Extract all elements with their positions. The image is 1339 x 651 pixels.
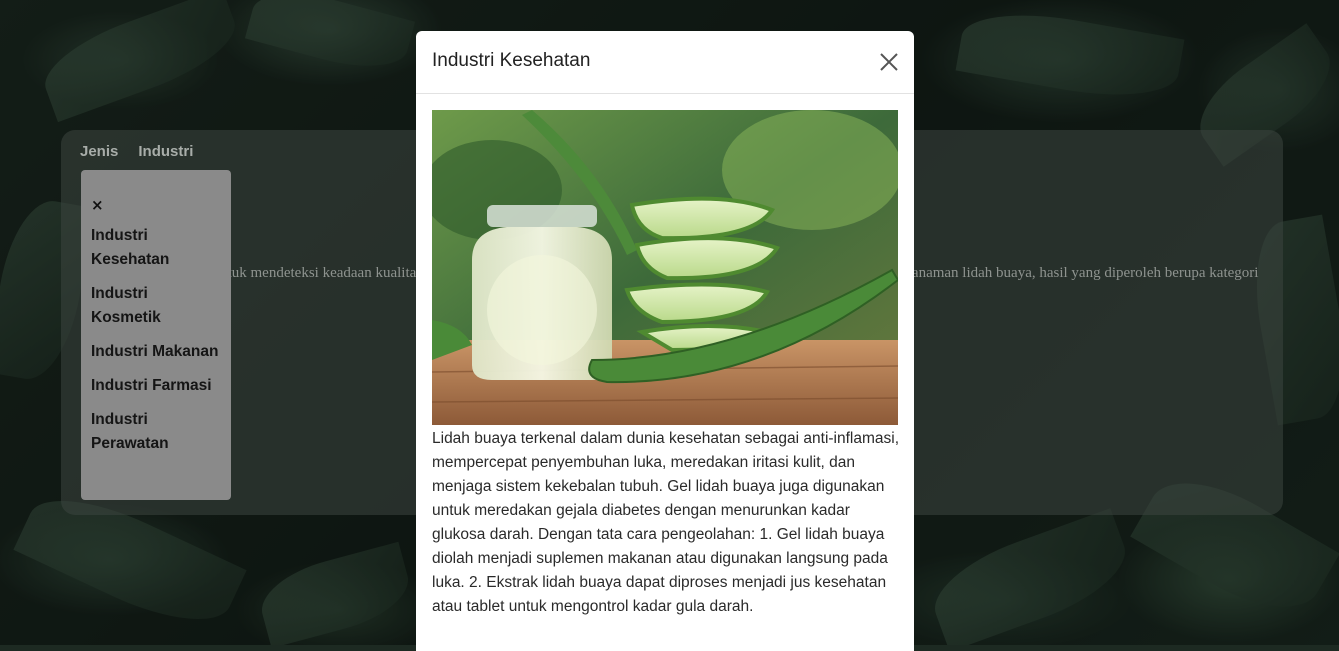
modal-title: Industri Kesehatan — [432, 50, 591, 71]
modal-body-text: Lidah buaya terkenal dalam dunia kesehat… — [432, 430, 900, 615]
nav-item-jenis[interactable]: Jenis — [80, 143, 118, 160]
dropdown-item-kesehatan[interactable]: Industri Kesehatan — [91, 224, 221, 272]
industri-dropdown: × Industri Kesehatan Industri Kosmetik I… — [81, 170, 231, 500]
close-icon[interactable] — [878, 51, 900, 73]
modal-header: Industri Kesehatan — [416, 31, 914, 94]
dropdown-item-perawatan[interactable]: Industri Perawatan — [91, 408, 221, 456]
dropdown-item-farmasi[interactable]: Industri Farmasi — [91, 374, 221, 398]
nav-item-industri[interactable]: Industri — [138, 143, 193, 160]
industri-modal: Industri Kesehatan Lidah buaya terkenal … — [416, 31, 914, 651]
top-nav: Jenis Industri — [80, 143, 193, 160]
dropdown-close-button[interactable]: × — [91, 196, 221, 214]
dropdown-item-kosmetik[interactable]: Industri Kosmetik — [91, 282, 221, 330]
aloe-vera-image — [432, 110, 898, 425]
dropdown-item-makanan[interactable]: Industri Makanan — [91, 340, 221, 364]
